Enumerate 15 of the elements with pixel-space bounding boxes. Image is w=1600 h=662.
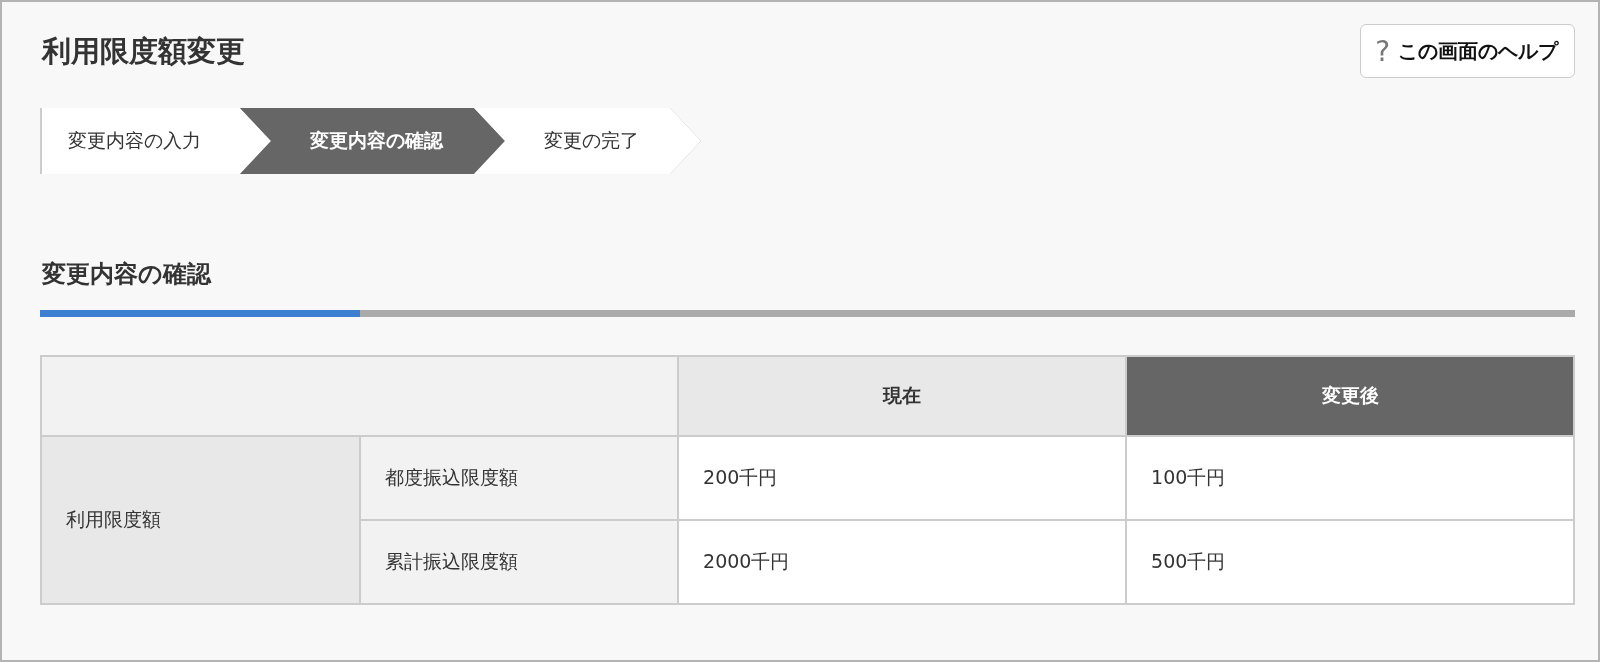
column-header: 現在: [678, 356, 1127, 436]
help-button[interactable]: ? この画面のヘルプ: [1360, 24, 1575, 78]
row-header: 累計振込限度額: [359, 520, 679, 604]
table-cell: 2000千円: [678, 520, 1127, 604]
section-title: 変更内容の確認: [42, 259, 213, 290]
table-cell: 500千円: [1126, 520, 1574, 604]
column-header: 変更後: [1126, 356, 1574, 436]
table-cell: 200千円: [678, 436, 1127, 520]
question-icon: ?: [1375, 34, 1390, 68]
table-cell: 100千円: [1126, 436, 1574, 520]
progress-step: 変更内容の入力: [40, 108, 271, 174]
page-title: 利用限度額変更: [42, 33, 245, 70]
row-header: 都度振込限度額: [359, 436, 679, 520]
progress-step: 変更の完了: [474, 108, 701, 174]
row-group-header: 利用限度額: [41, 436, 360, 604]
